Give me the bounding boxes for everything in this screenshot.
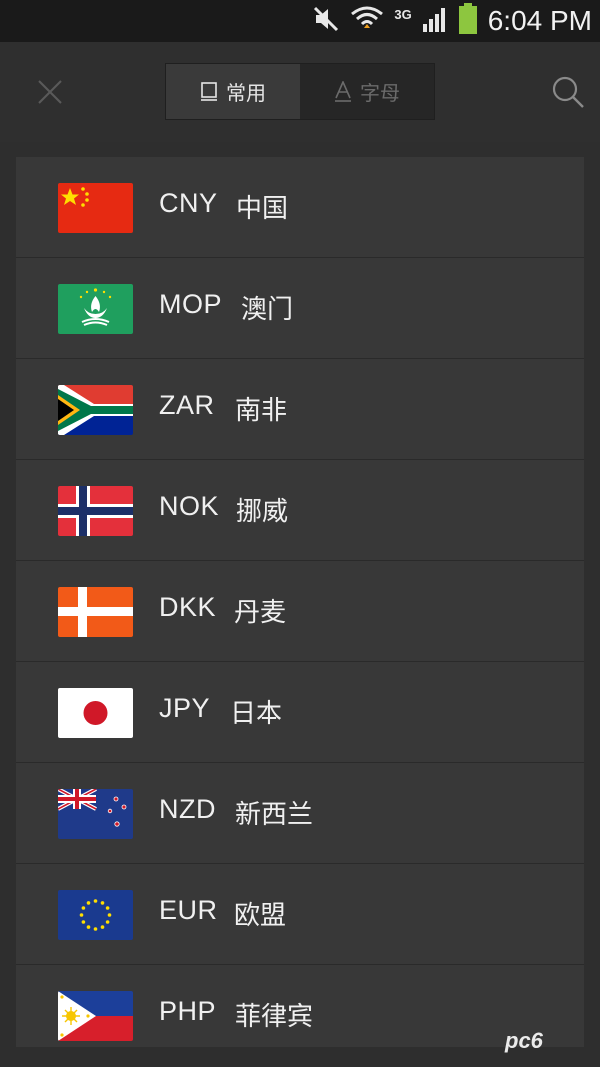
currency-code: ZAR xyxy=(159,390,215,420)
macau-flag-icon xyxy=(58,284,133,334)
currency-row-php[interactable]: PHP 菲律宾 xyxy=(16,965,584,1047)
denmark-flag-icon xyxy=(58,587,133,637)
currency-name: 中国 xyxy=(236,194,289,224)
tab-alphabet[interactable]: 字母 xyxy=(300,64,434,119)
new-zealand-flag-icon xyxy=(58,789,133,839)
mute-icon xyxy=(312,5,340,37)
currency-code: MOP xyxy=(159,289,223,319)
currency-row-mop[interactable]: MOP 澳门 xyxy=(16,258,584,359)
header-bar: 常用 字母 xyxy=(0,42,600,142)
close-button[interactable] xyxy=(34,76,66,108)
tab-alphabet-label: 字母 xyxy=(360,81,400,105)
currency-row-dkk[interactable]: DKK 丹麦 xyxy=(16,561,584,662)
watermark-logo: pc6 xyxy=(505,1028,543,1053)
search-icon xyxy=(552,76,584,108)
currency-code: NOK xyxy=(159,491,220,521)
currency-code: DKK xyxy=(159,592,217,622)
currency-code: PHP xyxy=(159,996,217,1026)
currency-row-jpy[interactable]: JPY 日本 xyxy=(16,662,584,763)
tab-switcher: 常用 字母 xyxy=(165,63,435,120)
south-africa-flag-icon xyxy=(58,385,133,435)
currency-list: CNY 中国 MOP 澳门 ZAR 南非 NOK 挪威 DKK 丹麦 JPY 日… xyxy=(16,157,584,1047)
currency-name: 挪威 xyxy=(236,497,289,527)
tab-common-label: 常用 xyxy=(226,81,266,105)
letter-a-icon xyxy=(335,80,351,102)
currency-name: 日本 xyxy=(230,699,283,729)
china-flag-icon xyxy=(58,183,133,233)
close-icon xyxy=(38,80,62,104)
currency-name: 欧盟 xyxy=(234,901,287,931)
currency-code: CNY xyxy=(159,188,218,218)
currency-name: 南非 xyxy=(235,396,288,426)
philippines-flag-icon xyxy=(58,991,133,1041)
search-button[interactable] xyxy=(550,74,586,110)
wifi-icon xyxy=(350,4,384,38)
network-type-label: 3G xyxy=(394,6,412,22)
status-time: 6:04 PM xyxy=(487,5,592,36)
currency-name: 新西兰 xyxy=(235,800,314,830)
battery-icon xyxy=(458,3,478,39)
currency-code: EUR xyxy=(159,895,218,925)
norway-flag-icon xyxy=(58,486,133,536)
currency-row-nok[interactable]: NOK 挪威 xyxy=(16,460,584,561)
currency-code: NZD xyxy=(159,794,216,824)
square-icon xyxy=(201,81,217,101)
currency-row-eur[interactable]: EUR 欧盟 xyxy=(16,864,584,965)
currency-name: 丹麦 xyxy=(234,598,287,628)
status-bar: 3G 6:04 PM xyxy=(0,0,600,42)
signal-icon xyxy=(422,6,448,36)
currency-row-zar[interactable]: ZAR 南非 xyxy=(16,359,584,460)
currency-row-nzd[interactable]: NZD 新西兰 xyxy=(16,763,584,864)
currency-row-cny[interactable]: CNY 中国 xyxy=(16,157,584,258)
eu-flag-icon xyxy=(58,890,133,940)
currency-name: 澳门 xyxy=(241,295,294,325)
tab-common[interactable]: 常用 xyxy=(166,64,300,119)
currency-code: JPY xyxy=(159,693,211,723)
japan-flag-icon xyxy=(58,688,133,738)
currency-name: 菲律宾 xyxy=(235,1002,314,1032)
